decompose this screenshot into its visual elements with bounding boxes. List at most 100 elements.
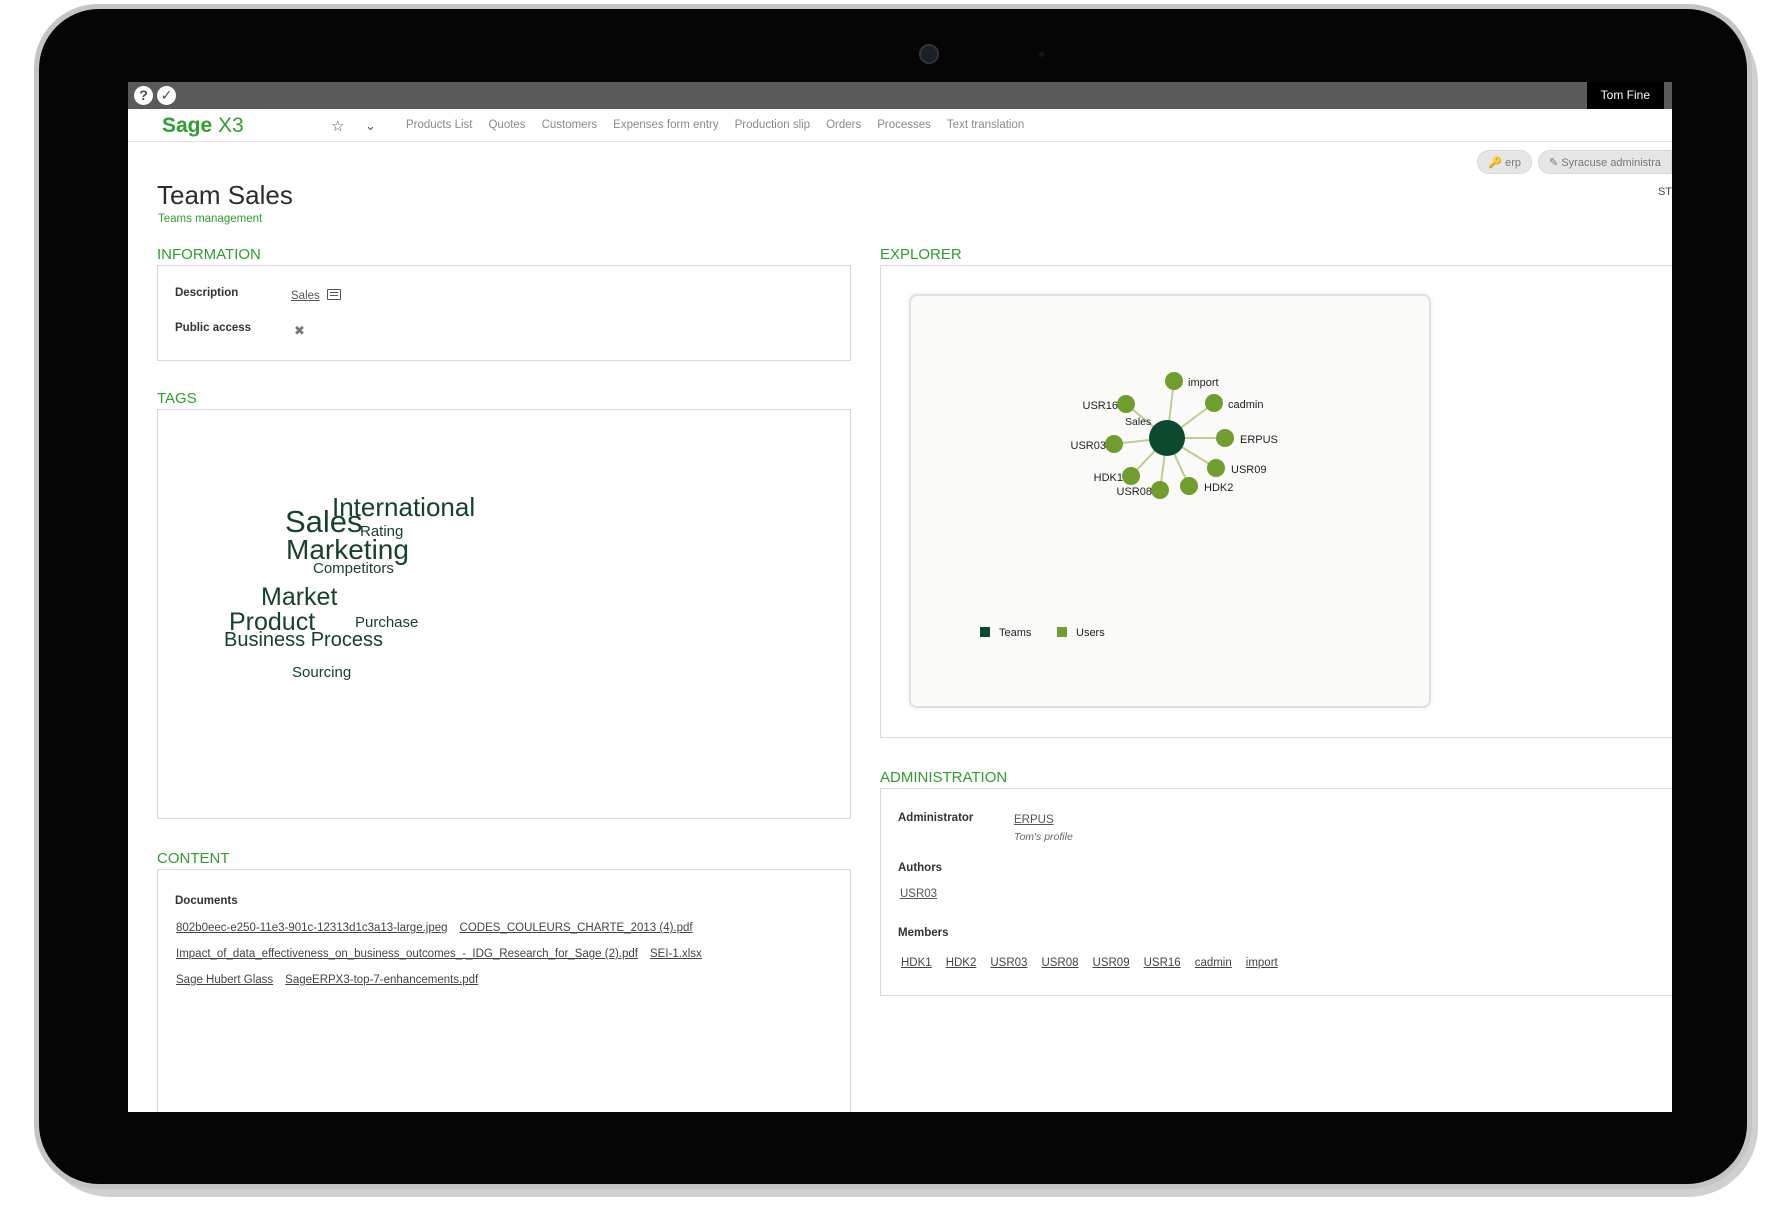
- app-check-icon[interactable]: ✓: [157, 86, 176, 105]
- authors-label: Authors: [898, 862, 943, 874]
- member-link[interactable]: import: [1246, 957, 1278, 969]
- nav-item-orders[interactable]: Orders: [826, 119, 861, 131]
- star-icon[interactable]: ☆: [331, 117, 344, 135]
- document-link[interactable]: CODES_COULEURS_CHARTE_2013 (4).pdf: [460, 922, 693, 934]
- administration-section-title: ADMINISTRATION: [880, 769, 1008, 786]
- nav-item-text-translation[interactable]: Text translation: [947, 119, 1024, 131]
- document-link[interactable]: 802b0eec-e250-11e3-901c-12313d1c3a13-lar…: [176, 922, 448, 934]
- graph-user-label[interactable]: USR16: [1083, 400, 1118, 412]
- document-link[interactable]: SEI-1.xlsx: [650, 948, 702, 960]
- graph-user-node[interactable]: [1151, 481, 1169, 499]
- description-value[interactable]: Sales: [291, 290, 320, 302]
- graph-user-label[interactable]: import: [1188, 377, 1219, 389]
- legend-teams-swatch[interactable]: [980, 627, 990, 637]
- information-section-title: INFORMATION: [157, 246, 261, 263]
- document-link[interactable]: SageERPX3-top-7-enhancements.pdf: [285, 974, 478, 986]
- graph-user-node[interactable]: [1216, 429, 1234, 447]
- nav-item-expenses-form-entry[interactable]: Expenses form entry: [613, 119, 718, 131]
- page-title: Team Sales: [157, 180, 293, 210]
- member-link[interactable]: USR16: [1144, 957, 1181, 969]
- endpoint-admin-label: Syracuse administra: [1561, 157, 1661, 169]
- member-link[interactable]: USR03: [990, 957, 1027, 969]
- documents-row: Sage Hubert Glass SageERPX3-top-7-enhanc…: [176, 974, 826, 986]
- endpoint-admin-pill[interactable]: ✎ Syracuse administra: [1538, 150, 1672, 174]
- graph-user-label[interactable]: USR03: [1071, 440, 1106, 452]
- description-edit-icon[interactable]: [327, 289, 341, 300]
- tag-business-process[interactable]: Business Process: [224, 629, 383, 652]
- graph-user-node[interactable]: [1117, 395, 1135, 413]
- graph-team-label[interactable]: Sales: [1125, 416, 1151, 428]
- top-bar: ? ✓ Tom Fine: [128, 82, 1672, 109]
- members-list: HDK1 HDK2 USR03 USR08 USR09 USR16 cadmin…: [901, 957, 1278, 969]
- member-link[interactable]: USR09: [1093, 957, 1130, 969]
- public-access-label: Public access: [175, 322, 252, 334]
- documents-row: Impact_of_data_effectiveness_on_business…: [176, 948, 826, 960]
- member-link[interactable]: USR08: [1041, 957, 1078, 969]
- graph-user-label[interactable]: cadmin: [1228, 399, 1263, 411]
- page-subtitle[interactable]: Teams management: [158, 213, 262, 225]
- legend-users-label[interactable]: Users: [1076, 627, 1105, 639]
- graph-user-label[interactable]: USR08: [1117, 486, 1152, 498]
- nav-menu: Products List Quotes Customers Expenses …: [406, 119, 1024, 131]
- information-panel: Description Sales Public access ✖: [157, 265, 851, 361]
- endpoint-erp-label: erp: [1505, 157, 1522, 169]
- legend-users-swatch[interactable]: [1057, 627, 1067, 637]
- documents-label: Documents: [175, 895, 238, 907]
- nav-item-customers[interactable]: Customers: [542, 119, 598, 131]
- document-link[interactable]: Sage Hubert Glass: [176, 974, 273, 986]
- graph-user-node[interactable]: [1105, 435, 1123, 453]
- tag-competitors[interactable]: Competitors: [313, 560, 394, 577]
- st-label: ST: [1657, 186, 1672, 198]
- content-panel: Documents 802b0eec-e250-11e3-901c-12313d…: [157, 869, 851, 1112]
- endpoint-selector: 🔑 erp ✎ Syracuse administra: [1477, 150, 1672, 174]
- legend-teams-label[interactable]: Teams: [999, 627, 1032, 639]
- nav-item-quotes[interactable]: Quotes: [488, 119, 525, 131]
- description-label: Description: [175, 287, 239, 299]
- graph-user-label[interactable]: USR09: [1231, 464, 1266, 476]
- endpoint-erp-pill[interactable]: 🔑 erp: [1477, 150, 1533, 174]
- sensor-dot: [1039, 52, 1044, 57]
- relationship-graph[interactable]: import cadmin ERPUS USR09 HDK2 USR08 HDK1 USR03…: [909, 294, 1431, 708]
- graph-user-label[interactable]: HDK1: [1094, 472, 1123, 484]
- member-link[interactable]: cadmin: [1195, 957, 1232, 969]
- administrator-profile: Tom's profile: [1014, 831, 1073, 843]
- graph-user-node[interactable]: [1205, 394, 1223, 412]
- documents-list: 802b0eec-e250-11e3-901c-12313d1c3a13-lar…: [176, 922, 826, 1000]
- nav-item-products-list[interactable]: Products List: [406, 119, 472, 131]
- documents-row: 802b0eec-e250-11e3-901c-12313d1c3a13-lar…: [176, 922, 826, 934]
- authors-value[interactable]: USR03: [900, 888, 937, 900]
- explorer-section-title: EXPLORER: [880, 246, 962, 263]
- logo-x3-text: X3: [218, 114, 244, 137]
- members-label: Members: [898, 927, 949, 939]
- member-link[interactable]: HDK2: [946, 957, 977, 969]
- graph-user-node[interactable]: [1122, 467, 1140, 485]
- graph-user-node[interactable]: [1165, 372, 1183, 390]
- graph-user-node[interactable]: [1207, 459, 1225, 477]
- tags-section-title: TAGS: [157, 390, 197, 407]
- graph-team-node[interactable]: [1149, 420, 1185, 456]
- help-icon[interactable]: ?: [134, 86, 153, 105]
- logo-sage-text: Sage: [162, 114, 213, 137]
- graph-canvas[interactable]: import cadmin ERPUS USR09 HDK2 USR08 HDK1 USR03…: [911, 296, 1429, 706]
- graph-user-node[interactable]: [1180, 477, 1198, 495]
- document-link[interactable]: Impact_of_data_effectiveness_on_business…: [176, 948, 638, 960]
- graph-user-label[interactable]: HDK2: [1204, 482, 1233, 494]
- user-menu-button[interactable]: Tom Fine: [1586, 82, 1664, 109]
- chevron-down-icon[interactable]: ⌄: [365, 118, 376, 134]
- nav-item-production-slip[interactable]: Production slip: [735, 119, 810, 131]
- nav-item-processes[interactable]: Processes: [877, 119, 931, 131]
- explorer-panel: import cadmin ERPUS USR09 HDK2 USR08 HDK1 USR03…: [880, 265, 1672, 738]
- camera-icon: [919, 44, 939, 64]
- tags-panel: International Sales Rating Marketing Com…: [157, 409, 851, 819]
- administrator-label: Administrator: [898, 812, 974, 824]
- content-section-title: CONTENT: [157, 850, 230, 867]
- administration-panel: Administrator ERPUS Tom's profile Author…: [880, 788, 1672, 996]
- administrator-value[interactable]: ERPUS: [1014, 814, 1054, 826]
- graph-user-label[interactable]: ERPUS: [1240, 434, 1278, 446]
- nav-bar: Sage X3 ☆ ⌄ Products List Quotes Custome…: [128, 109, 1672, 142]
- app-screen: ? ✓ Tom Fine Sage X3 ☆ ⌄ Products List Q…: [128, 82, 1672, 1112]
- public-access-cross-icon: ✖: [294, 323, 305, 338]
- tag-sourcing[interactable]: Sourcing: [292, 664, 351, 681]
- member-link[interactable]: HDK1: [901, 957, 932, 969]
- sage-x3-logo[interactable]: Sage X3: [162, 114, 244, 138]
